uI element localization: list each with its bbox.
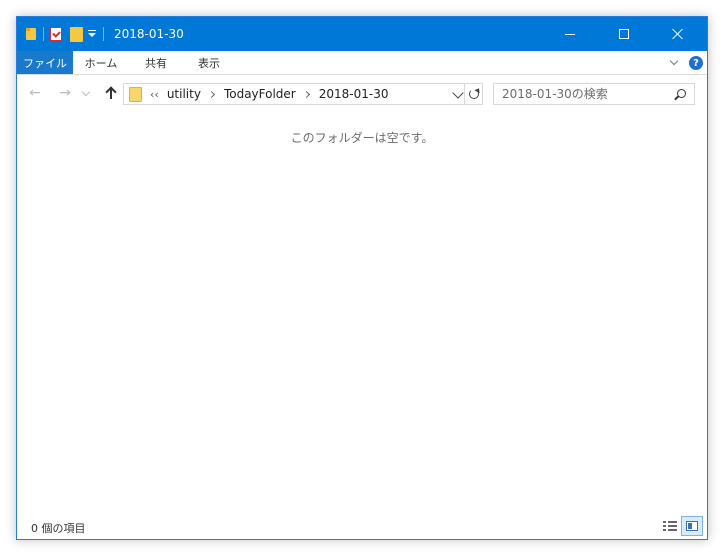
close-button[interactable] <box>655 17 701 51</box>
minimize-icon <box>565 33 575 35</box>
search-box[interactable] <box>493 83 695 105</box>
maximize-icon <box>619 29 629 39</box>
refresh-button[interactable] <box>465 83 483 105</box>
help-icon[interactable]: ? <box>689 56 703 70</box>
ribbon-right-controls: ? <box>669 51 703 75</box>
large-icons-view-icon <box>686 521 698 531</box>
explorer-window: 2018-01-30 ファイル ホーム 共有 表示 ? ← → ‹‹ utili… <box>16 16 708 540</box>
details-view-icon <box>663 521 677 531</box>
breadcrumb-todayfolder[interactable]: TodayFolder <box>224 87 296 101</box>
customize-toolbar-dropdown-icon[interactable] <box>87 29 97 39</box>
breadcrumb-current-folder[interactable]: 2018-01-30 <box>319 87 389 101</box>
ribbon-tabs: ファイル ホーム 共有 表示 ? <box>17 51 707 75</box>
toolbar-separator <box>103 27 104 41</box>
search-icon[interactable] <box>677 89 686 98</box>
chevron-down-icon <box>81 87 91 96</box>
new-folder-icon[interactable] <box>70 26 83 42</box>
details-view-button[interactable] <box>661 518 679 534</box>
maximize-button[interactable] <box>601 17 647 51</box>
search-input[interactable] <box>502 87 662 101</box>
status-bar: 0 個の項目 <box>17 515 707 539</box>
back-button[interactable]: ← <box>25 82 45 104</box>
refresh-icon <box>468 89 479 99</box>
empty-folder-message: このフォルダーは空です。 <box>290 131 434 145</box>
breadcrumb-overflow[interactable]: ‹‹ <box>150 88 159 101</box>
forward-button[interactable]: → <box>55 82 75 104</box>
address-dropdown-icon[interactable] <box>452 87 464 99</box>
forward-arrow-icon: → <box>59 85 71 101</box>
back-arrow-icon: ← <box>29 85 41 101</box>
address-bar[interactable]: ‹‹ utility TodayFolder 2018-01-30 <box>123 83 465 105</box>
minimize-button[interactable] <box>547 17 593 51</box>
folder-icon <box>129 86 142 102</box>
window-title: 2018-01-30 <box>114 27 184 41</box>
navigation-bar: ← → ‹‹ utility TodayFolder 2018-01-30 <box>17 79 707 109</box>
properties-icon[interactable] <box>50 27 62 41</box>
tab-home[interactable]: ホーム <box>73 51 129 74</box>
close-icon <box>672 28 684 40</box>
tab-share[interactable]: 共有 <box>129 51 183 74</box>
title-bar[interactable]: 2018-01-30 <box>17 17 707 51</box>
large-icons-view-button[interactable] <box>681 516 703 536</box>
breadcrumb-chevron-icon[interactable] <box>207 90 215 98</box>
folder-icon[interactable] <box>25 27 37 41</box>
breadcrumb-utility[interactable]: utility <box>167 87 201 101</box>
file-list-area[interactable]: このフォルダーは空です。 <box>17 109 707 509</box>
toolbar-separator <box>43 27 44 41</box>
tab-file[interactable]: ファイル <box>17 51 73 74</box>
up-arrow-icon <box>106 87 116 99</box>
quick-access-toolbar <box>17 17 110 51</box>
breadcrumb-chevron-icon[interactable] <box>302 90 310 98</box>
tab-view[interactable]: 表示 <box>183 51 235 74</box>
expand-ribbon-icon[interactable] <box>669 58 679 68</box>
item-count: 0 個の項目 <box>31 522 86 535</box>
up-button[interactable] <box>101 82 121 104</box>
recent-locations-button[interactable] <box>79 82 93 104</box>
